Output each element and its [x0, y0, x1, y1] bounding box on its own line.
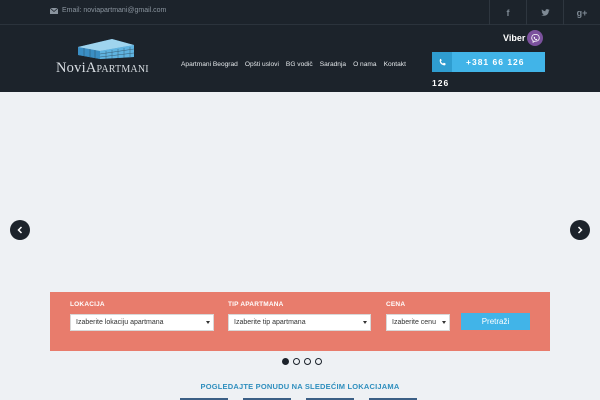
chevron-right-icon — [577, 226, 583, 234]
envelope-icon — [50, 7, 58, 14]
social-links: f g+ — [489, 0, 600, 25]
slider-dot-3[interactable] — [304, 358, 311, 365]
header: NoviApartmani Apartmani Beograd Opšti us… — [0, 25, 600, 92]
facebook-icon[interactable]: f — [489, 0, 526, 25]
phone-number-continued: 126 — [432, 78, 450, 88]
twitter-icon[interactable] — [526, 0, 563, 25]
phone-button[interactable]: +381 66 126 — [432, 52, 545, 72]
location-field: LOKACIJA Izaberite lokaciju apartmana — [70, 301, 214, 331]
nav-item-saradnja[interactable]: Saradnja — [320, 61, 346, 68]
type-field: TIP APARTMANA Izaberite tip apartmana — [228, 301, 371, 331]
nav-item-o-nama[interactable]: O nama — [353, 61, 376, 68]
logo-text: NoviApartmani — [56, 60, 149, 77]
caret-down-icon — [442, 321, 446, 324]
nav-item-opsti-uslovi[interactable]: Opšti uslovi — [245, 61, 279, 68]
logo-text-part2: Apartmani — [85, 60, 149, 76]
email-text: Email: noviapartmani@gmail.com — [62, 7, 167, 14]
viber-icon — [527, 30, 544, 46]
location-select-value: Izaberite lokaciju apartmana — [76, 319, 164, 326]
type-select[interactable]: Izaberite tip apartmana — [228, 314, 371, 331]
main-nav: Apartmani Beograd Opšti uslovi BG vodič … — [181, 61, 406, 68]
hero-slider: LOKACIJA Izaberite lokaciju apartmana TI… — [0, 92, 600, 400]
slider-pagination — [282, 358, 322, 365]
viber-contact[interactable]: Viber — [503, 30, 544, 46]
nav-item-kontakt[interactable]: Kontakt — [384, 61, 406, 68]
slider-dot-2[interactable] — [293, 358, 300, 365]
top-bar: Email: noviapartmani@gmail.com f g+ — [0, 0, 600, 25]
nav-item-apartmani-beograd[interactable]: Apartmani Beograd — [181, 61, 238, 68]
location-label: LOKACIJA — [70, 301, 105, 308]
search-button[interactable]: Pretraži — [461, 313, 530, 330]
price-select-value: Izaberite cenu — [392, 319, 436, 326]
caret-down-icon — [363, 321, 367, 324]
price-select[interactable]: Izaberite cenu — [386, 314, 450, 331]
locations-heading: POGLEDAJTE PONUDU NA SLEDEĆIM LOKACIJAMA — [200, 382, 400, 391]
viber-label: Viber — [503, 33, 526, 43]
slider-next-button[interactable] — [570, 220, 590, 240]
building-logo-icon — [78, 39, 135, 59]
slider-dot-4[interactable] — [315, 358, 322, 365]
chevron-left-icon — [17, 226, 23, 234]
phone-icon — [432, 52, 452, 72]
type-select-value: Izaberite tip apartmana — [234, 319, 306, 326]
caret-down-icon — [206, 321, 210, 324]
search-panel: LOKACIJA Izaberite lokaciju apartmana TI… — [50, 292, 550, 351]
nav-item-bg-vodic[interactable]: BG vodič — [286, 61, 313, 68]
slider-dot-1[interactable] — [282, 358, 289, 365]
contact-email[interactable]: Email: noviapartmani@gmail.com — [50, 7, 166, 14]
google-plus-icon[interactable]: g+ — [563, 0, 600, 25]
logo-text-part1: Novi — [56, 60, 86, 76]
price-label: CENA — [386, 301, 406, 308]
price-field: CENA Izaberite cenu — [386, 301, 450, 331]
site-logo[interactable]: NoviApartmani — [56, 37, 156, 83]
slider-prev-button[interactable] — [10, 220, 30, 240]
type-label: TIP APARTMANA — [228, 301, 284, 308]
phone-number: +381 66 126 — [466, 57, 525, 67]
location-select[interactable]: Izaberite lokaciju apartmana — [70, 314, 214, 331]
